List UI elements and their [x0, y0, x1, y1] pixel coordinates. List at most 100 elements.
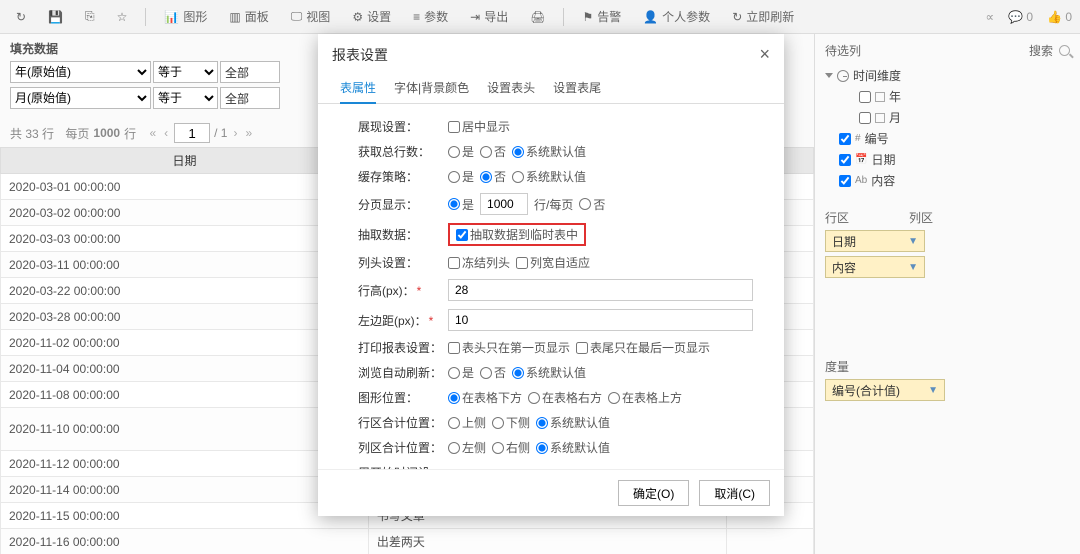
cell: 2020-11-14 00:00:00	[1, 477, 369, 503]
rowpos-opt-1[interactable]: 下侧	[492, 414, 530, 431]
modal-tab-2[interactable]: 设置表头	[487, 75, 535, 103]
tb-view[interactable]: 🖵 视图	[283, 4, 339, 29]
chk-tail-last[interactable]: 表尾只在最后一页显示	[576, 339, 710, 356]
pg-next[interactable]: ›	[231, 126, 239, 140]
tb-alert[interactable]: ⚑ 告警	[574, 4, 629, 29]
filter-op-1[interactable]: 等于	[153, 87, 218, 109]
cell: 2020-03-01 00:00:00	[1, 174, 369, 200]
clock-icon	[837, 70, 849, 82]
rowpos-opt-2[interactable]: 系统默认值	[536, 414, 610, 431]
cell: 2020-03-22 00:00:00	[1, 278, 369, 304]
measure-title: 度量	[825, 358, 849, 375]
tree-checked[interactable]: Ab 内容	[825, 170, 1070, 191]
total-opt-0[interactable]: 是	[448, 143, 474, 160]
thumb-count[interactable]: 👍 0	[1047, 10, 1072, 24]
chk-head-first[interactable]: 表头只在第一页显示	[448, 339, 570, 356]
ok-button[interactable]: 确定(O)	[618, 480, 689, 506]
colpos-opt-0[interactable]: 左侧	[448, 439, 486, 456]
cell: 2020-03-03 00:00:00	[1, 226, 369, 252]
col-header-0[interactable]: 日期	[1, 148, 369, 174]
paging-yes[interactable]: 是	[448, 196, 474, 213]
row-area-item[interactable]: 日期▼	[825, 230, 925, 252]
filter-field-1[interactable]: 月(原始值)	[10, 87, 151, 109]
page-input[interactable]	[174, 123, 210, 143]
extract-highlight: 抽取数据到临时表中	[448, 223, 586, 246]
refresh-opt-2[interactable]: 系统默认值	[512, 364, 586, 381]
tb-panel[interactable]: ▥ 面板	[221, 4, 276, 29]
tb-settings[interactable]: ⚙ 设置	[344, 4, 399, 29]
filter-val-1[interactable]: 全部	[220, 87, 280, 109]
tb-print-icon[interactable]: 🖨	[522, 6, 553, 28]
chk-center[interactable]: 居中显示	[448, 118, 510, 135]
modal-title: 报表设置	[332, 45, 388, 65]
filter-val-0[interactable]: 全部	[220, 61, 280, 83]
tb-star-icon[interactable]: ☆	[109, 6, 136, 28]
cancel-button[interactable]: 取消(C)	[699, 480, 770, 506]
cell: 2020-03-28 00:00:00	[1, 304, 369, 330]
pg-prev[interactable]: ‹	[162, 126, 170, 140]
filter-field-0[interactable]: 年(原始值)	[10, 61, 151, 83]
cell	[727, 529, 814, 554]
cell: 出差两天	[368, 529, 726, 554]
paging-value[interactable]	[480, 193, 528, 215]
right-panel: 待选列 搜索 时间维度 年 月 # 编号 📅 日期 Ab 内容 行区 列区 日期…	[815, 34, 1080, 554]
cell: 2020-11-02 00:00:00	[1, 330, 369, 356]
cache-opt-1[interactable]: 否	[480, 168, 506, 185]
paging-no[interactable]: 否	[579, 196, 605, 213]
tb-chart[interactable]: 📊 图形	[156, 4, 215, 29]
margin-left-input[interactable]	[448, 309, 753, 331]
pg-last[interactable]: »	[243, 126, 254, 140]
chartpos-opt-1[interactable]: 在表格右方	[528, 389, 602, 406]
filter-op-0[interactable]: 等于	[153, 61, 218, 83]
chk-freeze[interactable]: 冻结列头	[448, 254, 510, 271]
col-area-title: 列区	[909, 209, 933, 226]
tree-checked[interactable]: # 编号	[825, 128, 1070, 149]
search-label: 搜索	[1029, 42, 1053, 59]
cache-opt-0[interactable]: 是	[448, 168, 474, 185]
pg-first[interactable]: «	[147, 126, 158, 140]
tb-copy-icon[interactable]: ⎘	[77, 5, 103, 28]
chk-extract[interactable]: 抽取数据到临时表中	[456, 226, 578, 243]
tb-save-icon[interactable]: 💾	[40, 6, 71, 28]
top-toolbar: ↻ 💾 ⎘ ☆ 📊 图形 ▥ 面板 🖵 视图 ⚙ 设置 ≡ 参数 ⇥ 导出 🖨 …	[0, 0, 1080, 34]
tb-export[interactable]: ⇥ 导出	[462, 4, 516, 29]
tb-params[interactable]: ≡ 参数	[405, 4, 456, 29]
tree-child[interactable]: 年	[825, 86, 1070, 107]
cell: 2020-03-11 00:00:00	[1, 252, 369, 278]
modal-tab-3[interactable]: 设置表尾	[553, 75, 601, 103]
cell: 2020-11-16 00:00:00	[1, 529, 369, 554]
table-row: 2020-11-16 00:00:00出差两天	[1, 529, 814, 554]
measure-value[interactable]: 编号(合计值)▼	[825, 379, 945, 401]
rowpos-opt-0[interactable]: 上侧	[448, 414, 486, 431]
tb-user-params[interactable]: 👤 个人参数	[635, 4, 718, 29]
share-icon[interactable]: ∝	[985, 10, 994, 24]
total-opt-2[interactable]: 系统默认值	[512, 143, 586, 160]
refresh-opt-1[interactable]: 否	[480, 364, 506, 381]
chartpos-opt-0[interactable]: 在表格下方	[448, 389, 522, 406]
colpos-opt-2[interactable]: 系统默认值	[536, 439, 610, 456]
chartpos-opt-2[interactable]: 在表格上方	[608, 389, 682, 406]
refresh-opt-0[interactable]: 是	[448, 364, 474, 381]
tree-child[interactable]: 月	[825, 107, 1070, 128]
cell: 2020-03-02 00:00:00	[1, 200, 369, 226]
cell: 2020-11-15 00:00:00	[1, 503, 369, 529]
tree-root[interactable]: 时间维度	[825, 65, 1070, 86]
row-height-input[interactable]	[448, 279, 753, 301]
row-area-title: 行区	[825, 209, 849, 226]
modal-tab-1[interactable]: 字体|背景颜色	[394, 75, 469, 103]
modal-tab-0[interactable]: 表属性	[340, 75, 376, 104]
search-icon[interactable]	[1059, 45, 1070, 56]
row-area-item[interactable]: 内容▼	[825, 256, 925, 278]
tb-sep0[interactable]: ↻	[8, 6, 34, 28]
report-settings-modal: 报表设置 × 表属性字体|背景颜色设置表头设置表尾 展现设置：居中显示 获取总行…	[318, 34, 784, 516]
colpos-opt-1[interactable]: 右侧	[492, 439, 530, 456]
cell: 2020-11-04 00:00:00	[1, 356, 369, 382]
total-opt-1[interactable]: 否	[480, 143, 506, 160]
close-icon[interactable]: ×	[759, 44, 770, 65]
tree-checked[interactable]: 📅 日期	[825, 149, 1070, 170]
tb-refresh[interactable]: ↻ 立即刷新	[724, 4, 802, 29]
cache-opt-2[interactable]: 系统默认值	[512, 168, 586, 185]
cell: 2020-11-10 00:00:00	[1, 408, 369, 451]
comment-count[interactable]: 💬 0	[1008, 10, 1033, 24]
chk-autowidth[interactable]: 列宽自适应	[516, 254, 590, 271]
